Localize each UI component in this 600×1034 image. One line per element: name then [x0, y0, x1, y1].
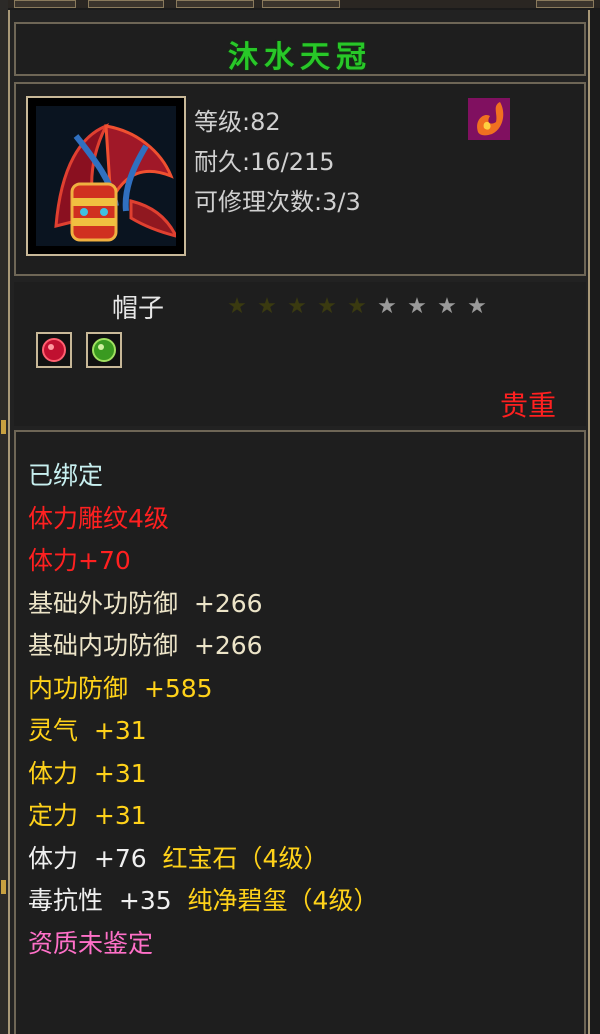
attribute-line: 毒抗性 +35 纯净碧玺（4级） [28, 881, 378, 917]
gem-source-text: 纯净碧玺（4级） [171, 886, 379, 915]
attribute-text: 体力+70 [28, 546, 131, 575]
attribute-line: 基础内功防御 +266 [28, 626, 263, 662]
attribute-text: 体力 +76 [28, 843, 147, 873]
top-tab[interactable] [536, 0, 594, 8]
attribute-text: 定力 +31 [28, 801, 147, 830]
attribute-line: 已绑定 [28, 456, 103, 492]
attribute-text: 灵气 +31 [28, 716, 147, 745]
attribute-text: 体力 +31 [28, 758, 147, 788]
star-empty-icon: ★ [377, 294, 397, 319]
flame-emblem-icon[interactable] [468, 98, 510, 140]
item-level: 等级:82 [194, 108, 281, 136]
item-title-bar: 沐水天冠 [14, 22, 586, 76]
attribute-line: 基础外功防御 +266 [28, 584, 263, 620]
enhance-stars: ★ ★ ★ ★ ★ ★ ★ ★ ★ [222, 294, 492, 319]
item-image-frame[interactable] [26, 96, 186, 256]
attributes-panel: 已绑定体力雕纹4级 体力+70 基础外功防御 +266 基础内功防御 +266 内功防御… [14, 430, 586, 1034]
gem-slot[interactable] [36, 332, 72, 368]
type-panel: 帽子 ★ ★ ★ ★ ★ ★ ★ ★ ★ 贵重 [14, 282, 586, 426]
gem-source-text: 红宝石（4级） [146, 843, 329, 873]
attribute-line: 资质未鉴定 [28, 924, 153, 960]
star-filled-icon: ★ [287, 294, 307, 319]
top-tab[interactable] [88, 0, 164, 8]
star-filled-icon: ★ [317, 294, 337, 319]
star-filled-icon: ★ [257, 294, 277, 319]
attribute-text: 基础内功防御 +266 [28, 631, 263, 660]
top-tab[interactable] [14, 0, 76, 8]
item-rarity: 贵重 [499, 389, 556, 422]
left-edge-strip [0, 0, 8, 1034]
star-empty-icon: ★ [437, 294, 457, 319]
item-info-panel: 等级:82 耐久:16/215 可修理次数:3/3 [14, 82, 586, 276]
star-filled-icon: ★ [227, 294, 247, 319]
attribute-text: 毒抗性 +35 [28, 886, 172, 915]
red-gem-icon [42, 338, 66, 362]
gem-slot[interactable] [86, 332, 122, 368]
attribute-line: 体力 +76 红宝石（4级） [28, 839, 328, 875]
top-tab[interactable] [262, 0, 340, 8]
edge-marker [1, 420, 6, 434]
attribute-text: 资质未鉴定 [28, 928, 154, 958]
attribute-line: 体力+70 [28, 541, 131, 577]
attribute-text: 已绑定 [28, 461, 104, 490]
top-window-strip [0, 0, 600, 8]
star-empty-icon: ★ [407, 294, 427, 319]
star-empty-icon: ★ [467, 294, 487, 319]
attribute-line: 定力 +31 [28, 796, 147, 832]
attribute-line: 体力雕纹4级 [28, 499, 169, 535]
attribute-line: 内功防御 +585 [28, 669, 213, 705]
item-durability: 耐久:16/215 [194, 148, 335, 176]
attribute-text: 内功防御 +585 [28, 673, 213, 703]
attribute-text: 基础外功防御 +266 [28, 588, 263, 618]
item-repair-count: 可修理次数:3/3 [194, 188, 361, 216]
attribute-line: 体力 +31 [28, 754, 147, 790]
star-filled-icon: ★ [347, 294, 367, 319]
attribute-text: 体力雕纹4级 [28, 503, 169, 533]
edge-marker [1, 880, 6, 894]
green-gem-icon [92, 338, 116, 362]
item-name: 沐水天冠 [228, 40, 372, 75]
crown-icon [36, 106, 176, 246]
item-type: 帽子 [112, 294, 165, 324]
attribute-line: 灵气 +31 [28, 711, 147, 747]
top-tab[interactable] [176, 0, 254, 8]
